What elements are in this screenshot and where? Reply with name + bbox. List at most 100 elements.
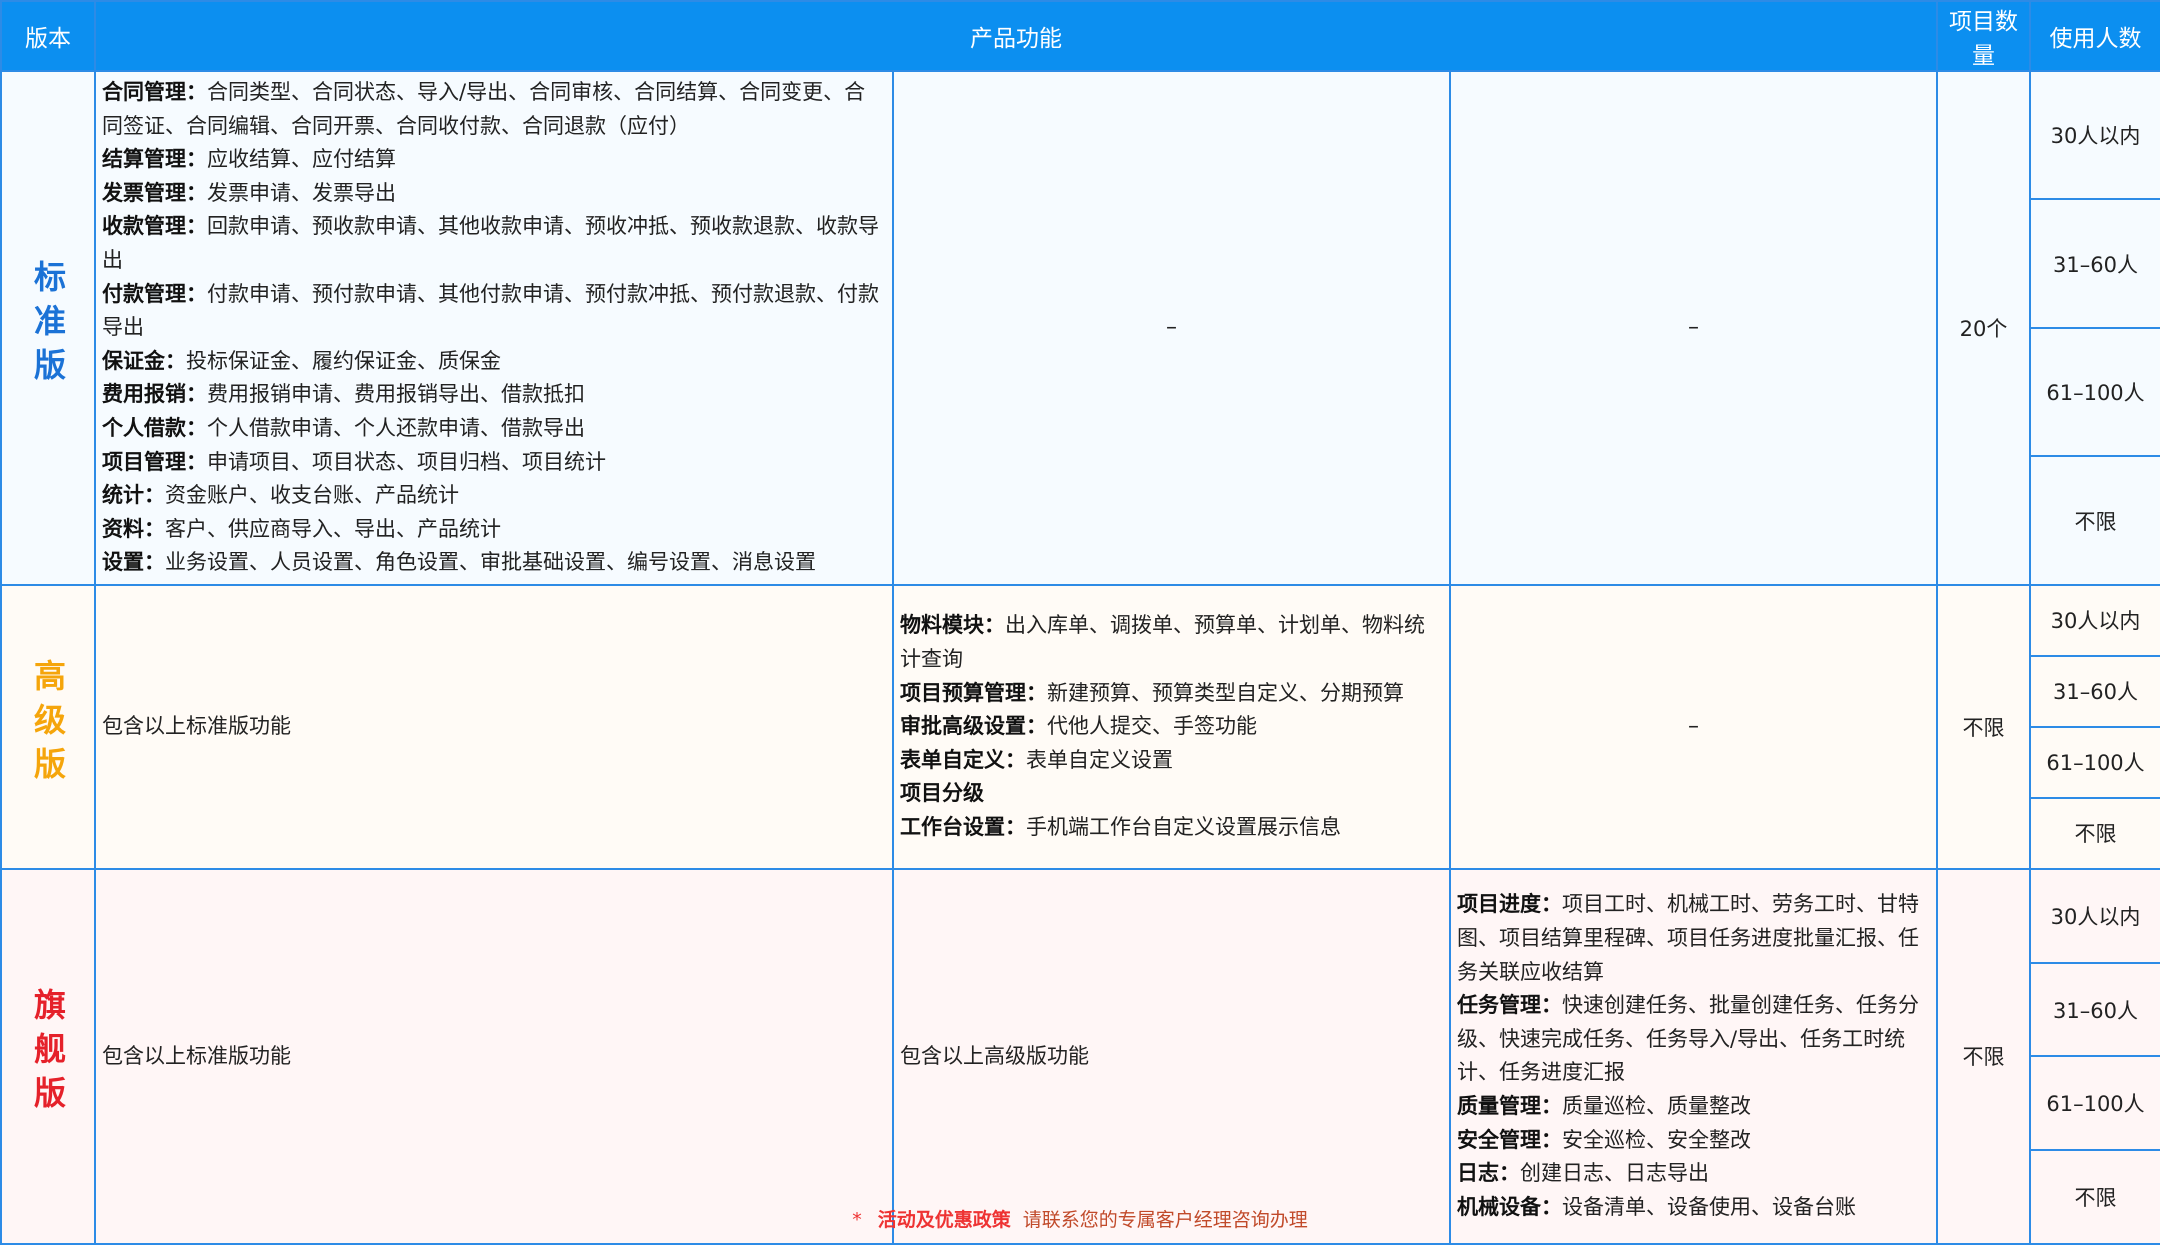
user-tier: 30人以内	[2031, 870, 2160, 964]
user-tier: 31–60人	[2031, 200, 2160, 329]
header-version: 版本	[0, 0, 96, 72]
feature-item: 结算管理：应收结算、应付结算	[102, 143, 886, 177]
version-label-standard: 标准版	[29, 259, 67, 392]
feature-key: 项目进度：	[1457, 892, 1562, 917]
feature-value: 新建预算、预算类型自定义、分期预算	[1047, 680, 1404, 705]
footer-promo-link[interactable]: 活动及优惠政策	[878, 1209, 1011, 1231]
feature-key: 项目管理：	[102, 449, 207, 474]
feature-value: 业务设置、人员设置、角色设置、审批基础设置、编号设置、消息设置	[165, 550, 816, 575]
feature-item: 任务管理：快速创建任务、批量创建任务、任务分级、快速完成任务、任务导入/导出、任…	[1457, 989, 1930, 1090]
standard-project-count: 20个	[1936, 70, 2032, 586]
feature-value: 安全巡检、安全整改	[1562, 1127, 1751, 1152]
feature-list-advanced: 物料模块：出入库单、调拨单、预算单、计划单、物料统计查询 项目预算管理：新建预算、…	[900, 609, 1443, 844]
version-advanced: 高级版	[0, 583, 96, 870]
feature-item: 合同管理：合同类型、合同状态、导入/导出、合同审核、合同结算、合同变更、合同签证…	[102, 76, 886, 143]
flagship-features: 项目进度：项目工时、机械工时、劳务工时、甘特图、项目结算里程碑、项目任务进度批量…	[1448, 867, 1939, 1245]
row-flagship: 旗舰版 包含以上标准版功能 包含以上高级版功能 项目进度：项目工时、机械工时、劳…	[0, 867, 2160, 1245]
row-standard: 标准版 合同管理：合同类型、合同状态、导入/导出、合同审核、合同结算、合同变更、…	[0, 70, 2160, 586]
feature-item: 审批高级设置：代他人提交、手签功能	[900, 710, 1443, 744]
feature-item: 统计：资金账户、收支台账、产品统计	[102, 479, 886, 513]
feature-item: 个人借款：个人借款申请、个人还款申请、借款导出	[102, 412, 886, 446]
user-tier: 31–60人	[2031, 964, 2160, 1058]
advanced-project-count: 不限	[1936, 583, 2032, 870]
standard-col2: –	[892, 70, 1451, 586]
header-project-count: 项目数量	[1936, 0, 2032, 72]
feature-item: 保证金：投标保证金、履约保证金、质保金	[102, 345, 886, 379]
feature-key: 工作台设置：	[900, 814, 1026, 839]
feature-item: 费用报销：费用报销申请、费用报销导出、借款抵扣	[102, 378, 886, 412]
flagship-includes-standard-text: 包含以上标准版功能	[102, 1043, 291, 1068]
standard-features: 合同管理：合同类型、合同状态、导入/导出、合同审核、合同结算、合同变更、合同签证…	[94, 70, 894, 586]
header-features: 产品功能	[93, 0, 1939, 72]
feature-item: 日志：创建日志、日志导出	[1457, 1157, 1930, 1191]
feature-value: 发票申请、发票导出	[207, 180, 396, 205]
feature-item: 表单自定义：表单自定义设置	[900, 744, 1443, 778]
feature-item: 项目预算管理：新建预算、预算类型自定义、分期预算	[900, 677, 1443, 711]
feature-key: 任务管理：	[1457, 993, 1562, 1018]
feature-value: 费用报销申请、费用报销导出、借款抵扣	[207, 382, 585, 407]
version-flagship: 旗舰版	[0, 867, 96, 1245]
feature-key: 表单自定义：	[900, 747, 1026, 772]
user-tier: 31–60人	[2031, 657, 2160, 728]
feature-list-flagship: 项目进度：项目工时、机械工时、劳务工时、甘特图、项目结算里程碑、项目任务进度批量…	[1457, 888, 1930, 1224]
feature-item: 付款管理：付款申请、预付款申请、其他付款申请、预付款冲抵、预付款退款、付款导出	[102, 278, 886, 345]
feature-key: 审批高级设置：	[900, 714, 1047, 739]
feature-value: 代他人提交、手签功能	[1047, 714, 1257, 739]
feature-item: 项目管理：申请项目、项目状态、项目归档、项目统计	[102, 446, 886, 480]
feature-key: 保证金：	[102, 348, 186, 373]
standard-users: 30人以内 31–60人 61–100人 不限	[2029, 70, 2160, 586]
flagship-col1: 包含以上标准版功能	[94, 867, 894, 1245]
feature-key: 项目预算管理：	[900, 680, 1047, 705]
feature-item: 工作台设置：手机端工作台自定义设置展示信息	[900, 811, 1443, 845]
feature-key: 合同管理：	[102, 80, 207, 104]
user-tier: 30人以内	[2031, 72, 2160, 201]
user-tier: 30人以内	[2031, 586, 2160, 657]
pricing-page: 版本 产品功能 项目数量 使用人数 标准版 合同管理：合同类型、合同状态、导入/…	[0, 0, 2160, 1245]
advanced-users: 30人以内 31–60人 61–100人 不限	[2029, 583, 2160, 870]
feature-key: 收款管理：	[102, 214, 207, 239]
feature-key: 项目分级	[900, 781, 984, 806]
feature-key: 安全管理：	[1457, 1127, 1562, 1152]
flagship-col2: 包含以上高级版功能	[892, 867, 1451, 1245]
user-tier: 61–100人	[2031, 329, 2160, 458]
feature-item: 项目进度：项目工时、机械工时、劳务工时、甘特图、项目结算里程碑、项目任务进度批量…	[1457, 888, 1930, 989]
header-row: 版本 产品功能 项目数量 使用人数	[0, 0, 2160, 72]
feature-item: 项目分级	[900, 777, 1443, 811]
feature-key: 费用报销：	[102, 382, 207, 407]
flagship-users: 30人以内 31–60人 61–100人 不限	[2029, 867, 2160, 1245]
pricing-table: 版本 产品功能 项目数量 使用人数 标准版 合同管理：合同类型、合同状态、导入/…	[0, 0, 2160, 1245]
standard-col3: –	[1448, 70, 1939, 586]
footer-note: * 活动及优惠政策 请联系您的专属客户经理咨询办理	[0, 1206, 2160, 1234]
advanced-col3: –	[1448, 583, 1939, 870]
feature-item: 发票管理：发票申请、发票导出	[102, 177, 886, 211]
feature-value: 客户、供应商导入、导出、产品统计	[165, 516, 501, 541]
users-list-standard: 30人以内 31–60人 61–100人 不限	[2031, 72, 2160, 584]
users-list-advanced: 30人以内 31–60人 61–100人 不限	[2031, 586, 2160, 868]
advanced-features: 物料模块：出入库单、调拨单、预算单、计划单、物料统计查询 项目预算管理：新建预算、…	[892, 583, 1451, 870]
feature-item: 质量管理：质量巡检、质量整改	[1457, 1090, 1930, 1124]
feature-value: 资金账户、收支台账、产品统计	[165, 483, 459, 508]
row-advanced: 高级版 包含以上标准版功能 物料模块：出入库单、调拨单、预算单、计划单、物料统计…	[0, 583, 2160, 870]
feature-value: 付款申请、预付款申请、其他付款申请、预付款冲抵、预付款退款、付款导出	[102, 281, 879, 340]
feature-value: 投标保证金、履约保证金、质保金	[186, 348, 501, 373]
flagship-project-count: 不限	[1936, 867, 2032, 1245]
feature-value: 质量巡检、质量整改	[1562, 1094, 1751, 1118]
advanced-includes-text: 包含以上标准版功能	[102, 714, 291, 739]
feature-key: 统计：	[102, 483, 165, 508]
footer-text: 请联系您的专属客户经理咨询办理	[1022, 1209, 1308, 1231]
feature-item: 设置：业务设置、人员设置、角色设置、审批基础设置、编号设置、消息设置	[102, 546, 886, 580]
version-standard: 标准版	[0, 70, 96, 586]
user-tier: 不限	[2074, 822, 2117, 847]
feature-value: 创建日志、日志导出	[1520, 1161, 1709, 1186]
feature-value: 手机端工作台自定义设置展示信息	[1026, 814, 1341, 839]
feature-value: 应收结算、应付结算	[207, 147, 396, 172]
user-tier: 61–100人	[2031, 1057, 2160, 1152]
version-label-flagship: 旗舰版	[29, 988, 67, 1121]
feature-value: 回款申请、预收款申请、其他收款申请、预收冲抵、预收款退款、收款导出	[102, 214, 879, 272]
feature-value: 表单自定义设置	[1026, 747, 1173, 772]
feature-item: 收款管理：回款申请、预收款申请、其他收款申请、预收冲抵、预收款退款、收款导出	[102, 210, 886, 277]
feature-item: 物料模块：出入库单、调拨单、预算单、计划单、物料统计查询	[900, 609, 1443, 676]
feature-key: 日志：	[1457, 1161, 1520, 1186]
feature-item: 资料：客户、供应商导入、导出、产品统计	[102, 513, 886, 547]
feature-value: 个人借款申请、个人还款申请、借款导出	[207, 415, 585, 440]
